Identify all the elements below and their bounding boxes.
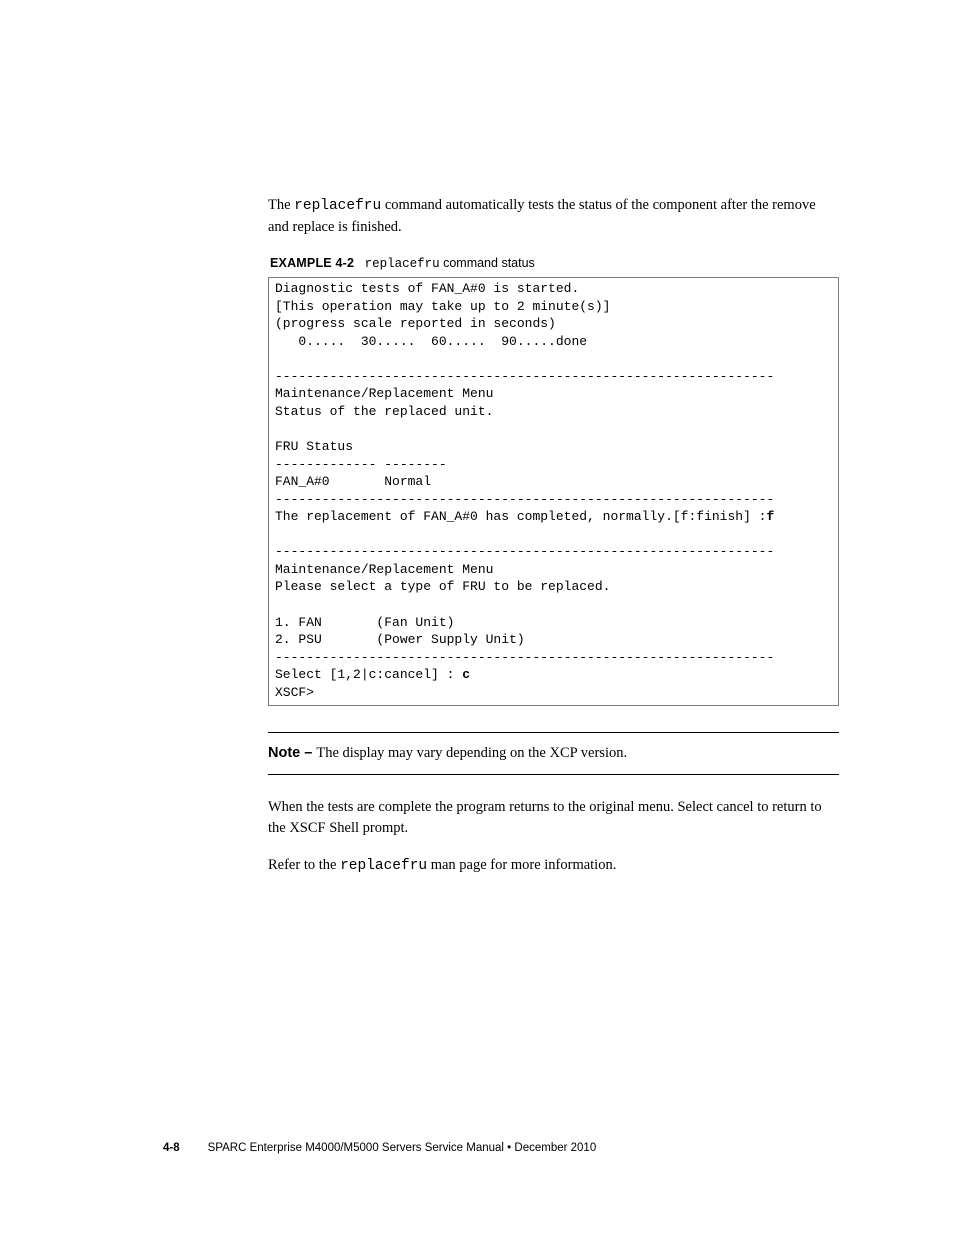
code-line: 1. FAN (Fan Unit)	[275, 615, 454, 630]
example-caption: EXAMPLE 4-2 replacefru command status	[270, 254, 839, 273]
code-line: ----------------------------------------…	[275, 369, 774, 384]
code-line: 0..... 30..... 60..... 90.....done	[275, 334, 587, 349]
code-line: Please select a type of FRU to be replac…	[275, 579, 610, 594]
note-block: Note – The display may vary depending on…	[268, 732, 839, 775]
footer-title: SPARC Enterprise M4000/M5000 Servers Ser…	[208, 1142, 597, 1154]
note-label: Note –	[268, 745, 316, 761]
note-text: The display may vary depending on the XC…	[316, 745, 627, 761]
body-paragraph: When the tests are complete the program …	[268, 797, 839, 839]
body-paragraph: Refer to the replacefru man page for mor…	[268, 855, 839, 877]
page-number: 4-8	[163, 1142, 180, 1154]
intro-cmd: replacefru	[294, 198, 381, 214]
para3-pre: Refer to the	[268, 857, 340, 873]
example-label: EXAMPLE 4-2	[270, 256, 354, 270]
code-line: FRU Status	[275, 439, 353, 454]
intro-paragraph: The replacefru command automatically tes…	[268, 195, 839, 238]
code-line: Diagnostic tests of FAN_A#0 is started.	[275, 281, 579, 296]
para3-post: man page for more information.	[427, 857, 616, 873]
code-line: FAN_A#0 Normal	[275, 474, 431, 489]
code-user-input: f	[766, 509, 774, 524]
example-cmd: replacefru	[365, 257, 440, 271]
code-line: ------------- --------	[275, 457, 447, 472]
code-line: ----------------------------------------…	[275, 650, 774, 665]
code-line: XSCF>	[275, 685, 314, 700]
code-line: ----------------------------------------…	[275, 492, 774, 507]
code-line: 2. PSU (Power Supply Unit)	[275, 632, 525, 647]
code-listing: Diagnostic tests of FAN_A#0 is started. …	[268, 277, 839, 706]
code-line: Status of the replaced unit.	[275, 404, 493, 419]
code-line: (progress scale reported in seconds)	[275, 316, 556, 331]
code-line: Maintenance/Replacement Menu	[275, 386, 493, 401]
para3-cmd: replacefru	[340, 858, 427, 874]
example-suffix: command status	[440, 256, 535, 270]
code-line: The replacement of FAN_A#0 has completed…	[275, 509, 766, 524]
code-line: Maintenance/Replacement Menu	[275, 562, 493, 577]
code-line: Select [1,2|c:cancel] :	[275, 667, 462, 682]
code-user-input: c	[462, 667, 470, 682]
intro-pre: The	[268, 197, 294, 213]
page-footer: 4-8 SPARC Enterprise M4000/M5000 Servers …	[163, 1140, 596, 1157]
code-line: ----------------------------------------…	[275, 544, 774, 559]
code-line: [This operation may take up to 2 minute(…	[275, 299, 610, 314]
